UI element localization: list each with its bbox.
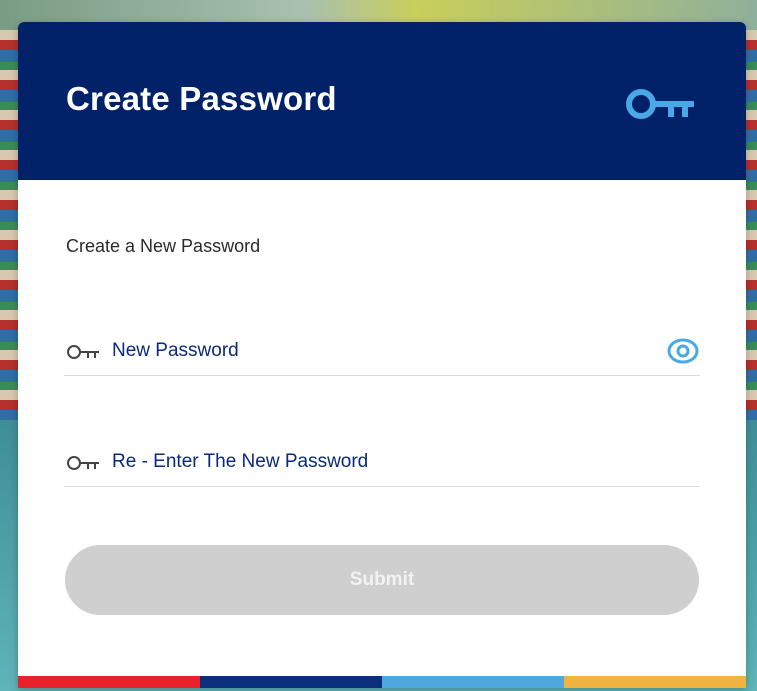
stripe-light-blue bbox=[382, 676, 564, 688]
key-icon bbox=[67, 345, 99, 359]
key-icon bbox=[67, 456, 99, 470]
card-header: Create Password bbox=[18, 22, 746, 180]
new-password-field bbox=[64, 327, 700, 376]
create-password-card: Create Password Create a New Password Su… bbox=[18, 22, 746, 688]
new-password-input[interactable] bbox=[112, 335, 652, 367]
form-subtitle: Create a New Password bbox=[66, 236, 261, 256]
brand-stripe bbox=[18, 676, 746, 688]
stripe-navy bbox=[200, 676, 382, 688]
key-icon bbox=[626, 89, 694, 119]
confirm-password-input[interactable] bbox=[112, 446, 652, 478]
eye-icon[interactable] bbox=[666, 337, 700, 365]
submit-button[interactable]: Submit bbox=[65, 545, 699, 615]
stripe-red bbox=[18, 676, 200, 688]
stripe-yellow bbox=[564, 676, 746, 688]
confirm-password-field bbox=[64, 438, 700, 487]
page-title: Create Password bbox=[66, 80, 337, 117]
